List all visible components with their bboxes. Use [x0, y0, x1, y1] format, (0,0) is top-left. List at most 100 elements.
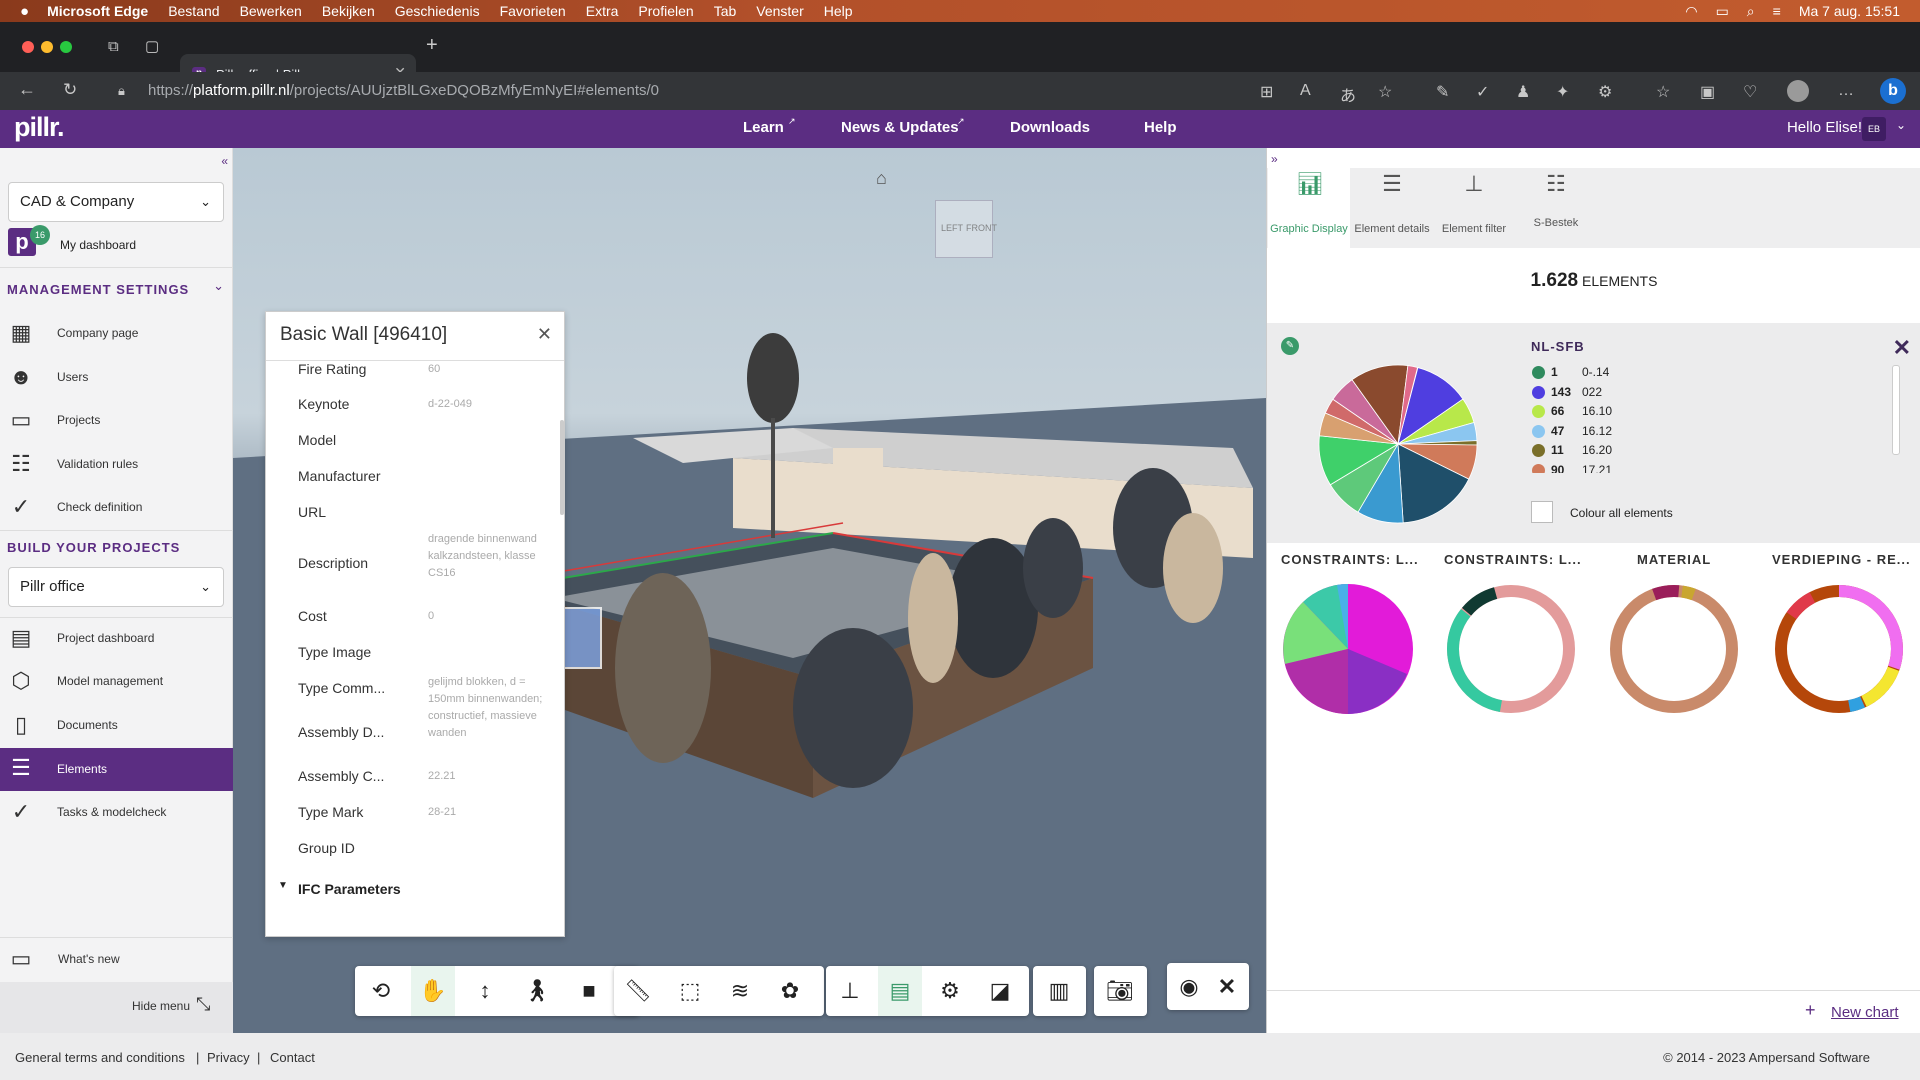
footer-contact-link[interactable]: Contact: [270, 1050, 315, 1065]
map-icon[interactable]: ▥: [1037, 966, 1081, 1016]
tab-element-details[interactable]: ☰ Element details: [1351, 168, 1433, 248]
url-field[interactable]: https://platform.pillr.nl/projects/AUUjz…: [148, 78, 1248, 104]
orbit-icon[interactable]: ⟲: [359, 966, 403, 1016]
close-chart-icon[interactable]: ✕: [1893, 335, 1911, 361]
section-box-icon[interactable]: ⬚: [668, 966, 712, 1016]
menubar-item[interactable]: Bewerken: [240, 3, 302, 19]
nav-learn[interactable]: Learn: [743, 119, 784, 136]
footer-privacy-link[interactable]: Privacy: [207, 1050, 250, 1065]
user-avatar[interactable]: EB: [1862, 117, 1886, 141]
measure-ruler-icon[interactable]: 📏︎: [616, 966, 660, 1016]
menubar-app-name[interactable]: Microsoft Edge: [47, 3, 148, 19]
mini-donut-constraints-2[interactable]: [1444, 582, 1578, 716]
colour-all-checkbox[interactable]: [1531, 501, 1553, 523]
close-icon[interactable]: ✕: [537, 324, 552, 345]
extension-person-icon[interactable]: ♟: [1516, 82, 1530, 102]
model-tree-icon[interactable]: ⊥: [828, 966, 872, 1016]
legend-item[interactable]: 47 16.12: [1532, 424, 1662, 440]
layers-icon[interactable]: ≋: [718, 966, 762, 1016]
new-tab-icon[interactable]: +: [426, 34, 438, 57]
collections-icon[interactable]: ▣: [1700, 82, 1715, 102]
lock-icon[interactable]: 🔒︎: [118, 83, 125, 99]
sidebar-item-documents[interactable]: ▯ Documents: [0, 705, 233, 745]
legend-item[interactable]: 11 16.20: [1532, 443, 1662, 459]
sidebar-item-projects[interactable]: ▭ Projects: [0, 400, 233, 440]
properties-list-icon[interactable]: ▤: [878, 966, 922, 1016]
sidebar-item-elements[interactable]: ☰ Elements: [0, 748, 233, 791]
camera-icon[interactable]: 📷︎: [1098, 966, 1142, 1016]
chevron-down-icon[interactable]: ⌄: [1896, 118, 1906, 132]
new-chart-link[interactable]: New chart: [1831, 1004, 1899, 1021]
camera-video-icon[interactable]: ■: [567, 966, 611, 1016]
nav-news-updates[interactable]: News & Updates: [841, 119, 959, 136]
chevron-down-icon[interactable]: ⌄: [213, 278, 224, 294]
collapse-panel-icon[interactable]: »: [1271, 152, 1278, 166]
pillr-logo[interactable]: pillr.: [14, 112, 65, 143]
viewcube[interactable]: LEFT FRONT: [935, 200, 997, 258]
sidebar-item-check-definition[interactable]: ✓ Check definition: [0, 487, 233, 527]
project-select[interactable]: Pillr office ⌄: [8, 567, 224, 607]
tab-graphic-display[interactable]: 📊︎ Graphic Display: [1268, 168, 1350, 248]
home-view-icon[interactable]: ⌂: [876, 168, 887, 189]
menubar-item[interactable]: Profielen: [638, 3, 693, 19]
sidebar-item-model-management[interactable]: ⬡ Model management: [0, 661, 233, 701]
sidebar-item-validation-rules[interactable]: ☷ Validation rules: [0, 444, 233, 484]
profile-avatar[interactable]: [1787, 80, 1809, 102]
whats-new-link[interactable]: ▭ What's new: [0, 939, 233, 979]
tab-actions-icon[interactable]: ▢: [145, 37, 159, 55]
plus-icon[interactable]: +: [1805, 1000, 1816, 1021]
walk-person-icon[interactable]: 🚶︎: [515, 966, 559, 1016]
my-dashboard-link[interactable]: My dashboard: [60, 238, 136, 252]
menubar-item[interactable]: Geschiedenis: [395, 3, 480, 19]
minimize-window-icon[interactable]: [41, 41, 53, 53]
favorites-icon[interactable]: ☆: [1656, 82, 1670, 102]
main-pie-chart[interactable]: [1317, 363, 1479, 525]
read-aloud-icon[interactable]: A: [1300, 82, 1311, 100]
pan-hand-icon[interactable]: ✋: [411, 966, 455, 1016]
search-icon[interactable]: ⌕: [1747, 3, 1755, 20]
translate-icon[interactable]: あ: [1340, 82, 1356, 106]
mini-donut-verdieping[interactable]: [1772, 582, 1906, 716]
reload-icon[interactable]: ↻: [63, 80, 77, 100]
close-icon[interactable]: ✕: [1205, 963, 1249, 1010]
mini-donut-material[interactable]: [1607, 582, 1741, 716]
legend-item[interactable]: 1 0-.14: [1532, 365, 1662, 381]
viewcube-left-label[interactable]: LEFT: [941, 223, 963, 233]
settings-gear-icon[interactable]: ⚙: [928, 966, 972, 1016]
close-window-icon[interactable]: [22, 41, 34, 53]
sidebar-item-company-page[interactable]: ▦ Company page: [0, 313, 233, 353]
app-available-icon[interactable]: ⊞: [1260, 82, 1273, 102]
scrollbar-thumb[interactable]: [560, 420, 564, 515]
extension-puzzle-icon[interactable]: ✦: [1556, 82, 1569, 102]
menubar-item[interactable]: Bestand: [168, 3, 219, 19]
tab-element-filter[interactable]: ⊥ Element filter: [1433, 168, 1515, 248]
tab-s-bestek[interactable]: ☷ S-Bestek: [1515, 168, 1597, 248]
nav-help[interactable]: Help: [1144, 119, 1177, 136]
company-select[interactable]: CAD & Company ⌄: [8, 182, 224, 222]
legend-item[interactable]: 90 17.21: [1532, 463, 1662, 473]
collapse-sidebar-icon[interactable]: «: [221, 154, 228, 168]
performance-icon[interactable]: ♡: [1743, 82, 1757, 102]
favorite-star-icon[interactable]: ☆: [1378, 82, 1392, 102]
hide-menu-bar[interactable]: Hide menu ⤡: [0, 982, 233, 1033]
menubar-item[interactable]: Help: [824, 3, 853, 19]
legend-scrollbar[interactable]: [1892, 365, 1900, 455]
menubar-clock[interactable]: Ma 7 aug. 15:51: [1799, 3, 1900, 19]
footer-terms-link[interactable]: General terms and conditions: [15, 1050, 185, 1065]
extension-pen-icon[interactable]: ✎: [1436, 82, 1449, 102]
extensions-icon[interactable]: ⚙: [1598, 82, 1612, 102]
viewcube-front-label[interactable]: FRONT: [966, 223, 997, 233]
fullscreen-icon[interactable]: ◪: [978, 966, 1022, 1016]
sidebar-item-project-dashboard[interactable]: ▤ Project dashboard: [0, 618, 233, 658]
menubar-item[interactable]: Venster: [756, 3, 803, 19]
legend-item[interactable]: 66 16.10: [1532, 404, 1662, 420]
explode-icon[interactable]: ✿: [768, 966, 812, 1016]
extension-check-icon[interactable]: ✓: [1476, 82, 1489, 102]
menubar-item[interactable]: Extra: [586, 3, 619, 19]
menubar-item[interactable]: Tab: [714, 3, 737, 19]
battery-icon[interactable]: ▭: [1716, 3, 1729, 20]
mini-pie-constraints-1[interactable]: [1281, 582, 1415, 716]
workspaces-icon[interactable]: ⧉: [108, 38, 119, 55]
sidebar-item-tasks-modelcheck[interactable]: ✓ Tasks & modelcheck: [0, 792, 233, 832]
ifc-parameters-section[interactable]: IFC Parameters: [298, 881, 401, 897]
